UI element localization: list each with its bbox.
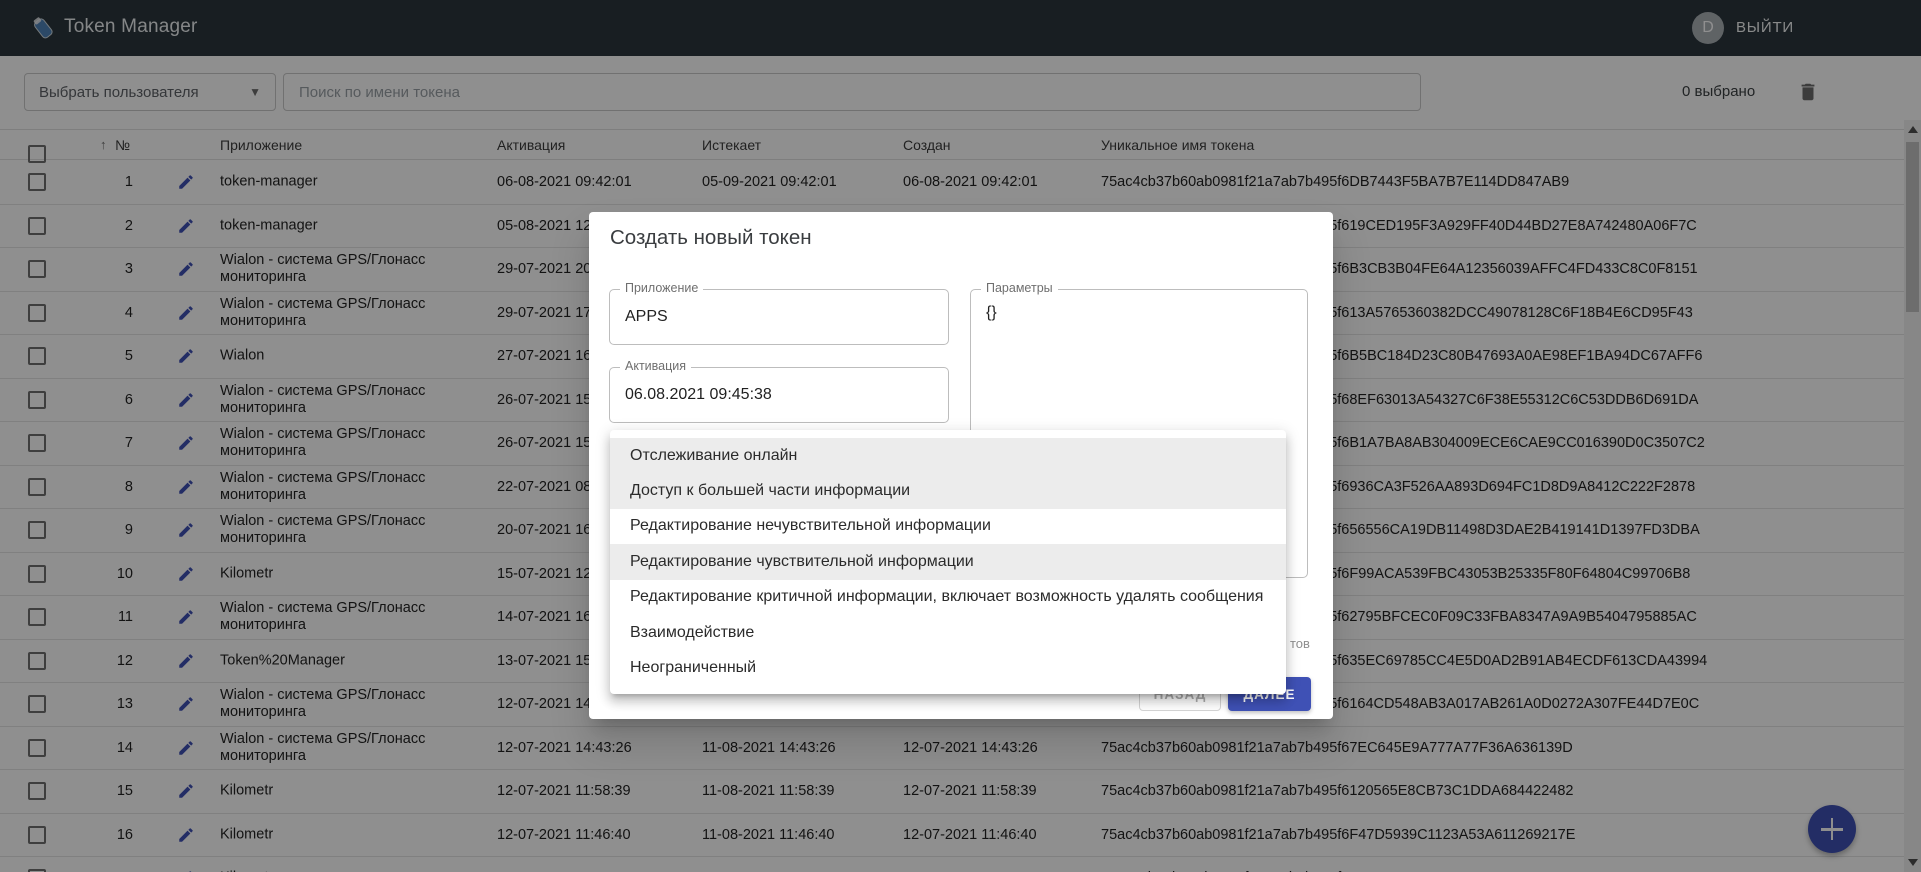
- parameters-field-label: Параметры: [981, 281, 1058, 295]
- dropdown-option[interactable]: Отслеживание онлайн: [610, 438, 1286, 473]
- permissions-dropdown-menu: Отслеживание онлайнДоступ к большей част…: [610, 430, 1286, 694]
- application-field-label: Приложение: [620, 281, 703, 295]
- activation-field[interactable]: Активация 06.08.2021 09:45:38: [609, 367, 949, 423]
- parameters-field-value: {}: [986, 304, 997, 322]
- activation-field-value: 06.08.2021 09:45:38: [625, 386, 772, 404]
- application-field-value: APPS: [625, 308, 668, 326]
- dropdown-option[interactable]: Редактирование критичной информации, вкл…: [610, 580, 1286, 615]
- dropdown-option[interactable]: Доступ к большей части информации: [610, 473, 1286, 508]
- dropdown-option[interactable]: Редактирование чувствительной информации: [610, 544, 1286, 579]
- dropdown-option[interactable]: Редактирование нечувствительной информац…: [610, 509, 1286, 544]
- dropdown-option[interactable]: Взаимодействие: [610, 615, 1286, 650]
- dropdown-option[interactable]: Неограниченный: [610, 650, 1286, 685]
- activation-field-label: Активация: [620, 359, 691, 373]
- app-window: Token Manager D ВЫЙТИ Выбрать пользовате…: [0, 0, 1921, 872]
- dialog-title: Создать новый токен: [610, 226, 812, 250]
- partially-hidden-label: тов: [1290, 636, 1310, 651]
- application-field[interactable]: Приложение APPS: [609, 289, 949, 345]
